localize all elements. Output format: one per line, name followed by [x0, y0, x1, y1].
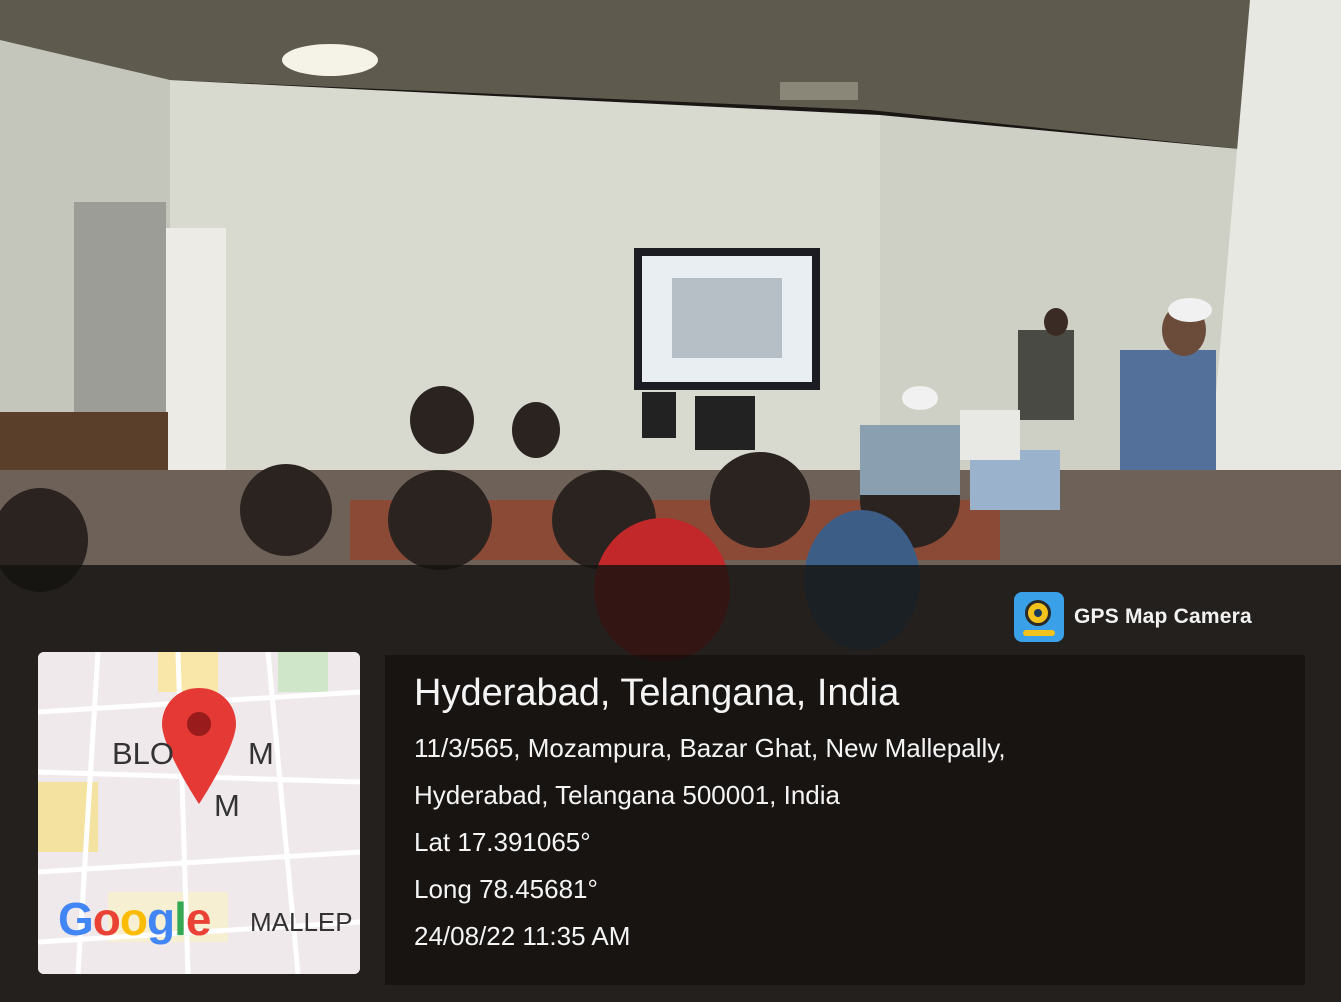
monitor-2	[642, 392, 676, 438]
address-line-1: 11/3/565, Mozampura, Bazar Ghat, New Mal…	[414, 733, 1006, 763]
map-area-label: BLO	[112, 736, 175, 771]
latitude: Lat 17.391065°	[414, 827, 591, 857]
gps-map-camera-badge: GPS Map Camera	[1014, 592, 1252, 642]
address-line-2: Hyderabad, Telangana 500001, India	[414, 780, 840, 810]
monitor-1	[695, 396, 755, 450]
longitude: Long 78.45681°	[414, 874, 598, 904]
location-city: Hyderabad, Telangana, India	[414, 672, 900, 714]
smart-board-content	[672, 278, 782, 358]
map-area-label: M	[248, 736, 274, 771]
ceiling-light	[282, 44, 378, 76]
side-table	[0, 412, 168, 470]
gps-badge-label: GPS Map Camera	[1074, 605, 1252, 628]
datetime: 24/08/22 11:35 AM	[414, 921, 631, 951]
google-logo: Google	[58, 893, 211, 945]
gps-map-camera-app-icon	[1014, 592, 1064, 642]
door-frame	[166, 228, 226, 490]
ceiling-vent	[780, 82, 858, 100]
map-area-label: M	[214, 788, 240, 823]
map-area-label: MALLEP	[250, 907, 353, 937]
location-info: Hyderabad, Telangana, India 11/3/565, Mo…	[414, 672, 1006, 960]
map-thumbnail: BLO M M MALLEP Google	[38, 652, 360, 974]
